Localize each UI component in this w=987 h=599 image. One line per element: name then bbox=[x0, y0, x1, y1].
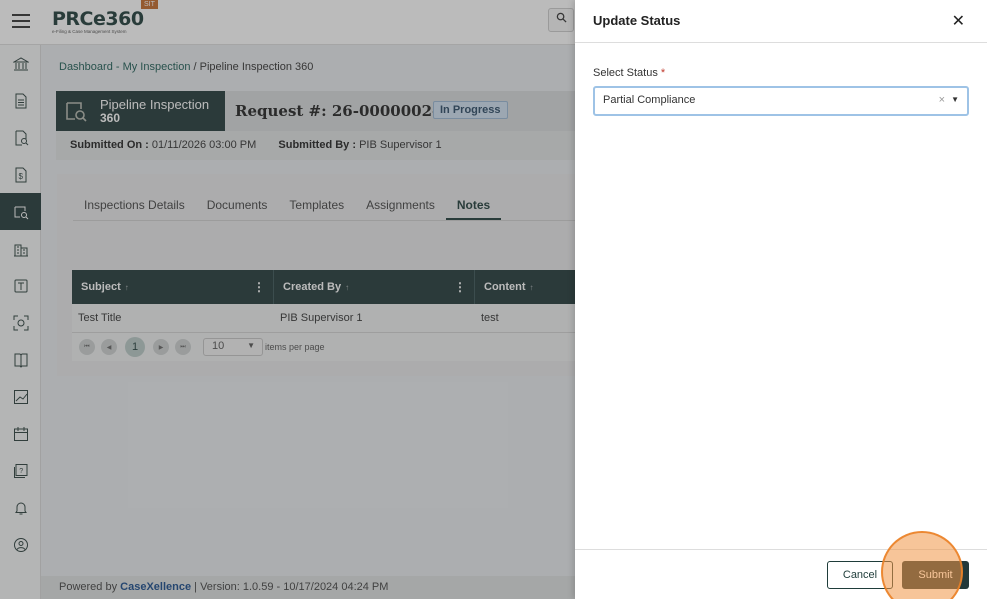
panel-header: Update Status ✕ bbox=[575, 0, 987, 43]
required-marker: * bbox=[660, 67, 666, 79]
close-icon[interactable]: ✕ bbox=[952, 11, 965, 31]
clear-icon[interactable]: × bbox=[939, 94, 945, 106]
panel-title: Update Status bbox=[593, 13, 681, 28]
status-select[interactable]: Partial Compliance × ▼ bbox=[593, 86, 969, 116]
panel-footer: Cancel Submit bbox=[575, 549, 987, 599]
chevron-down-icon[interactable]: ▼ bbox=[951, 95, 959, 104]
cancel-button[interactable]: Cancel bbox=[827, 561, 893, 589]
submit-button[interactable]: Submit bbox=[902, 561, 969, 589]
modal-backdrop[interactable] bbox=[0, 0, 575, 599]
field-label-text: Select Status bbox=[593, 67, 658, 79]
update-status-panel: Update Status ✕ Select Status * Partial … bbox=[575, 0, 987, 599]
select-status-label: Select Status * bbox=[593, 67, 665, 79]
status-select-value: Partial Compliance bbox=[603, 94, 696, 106]
